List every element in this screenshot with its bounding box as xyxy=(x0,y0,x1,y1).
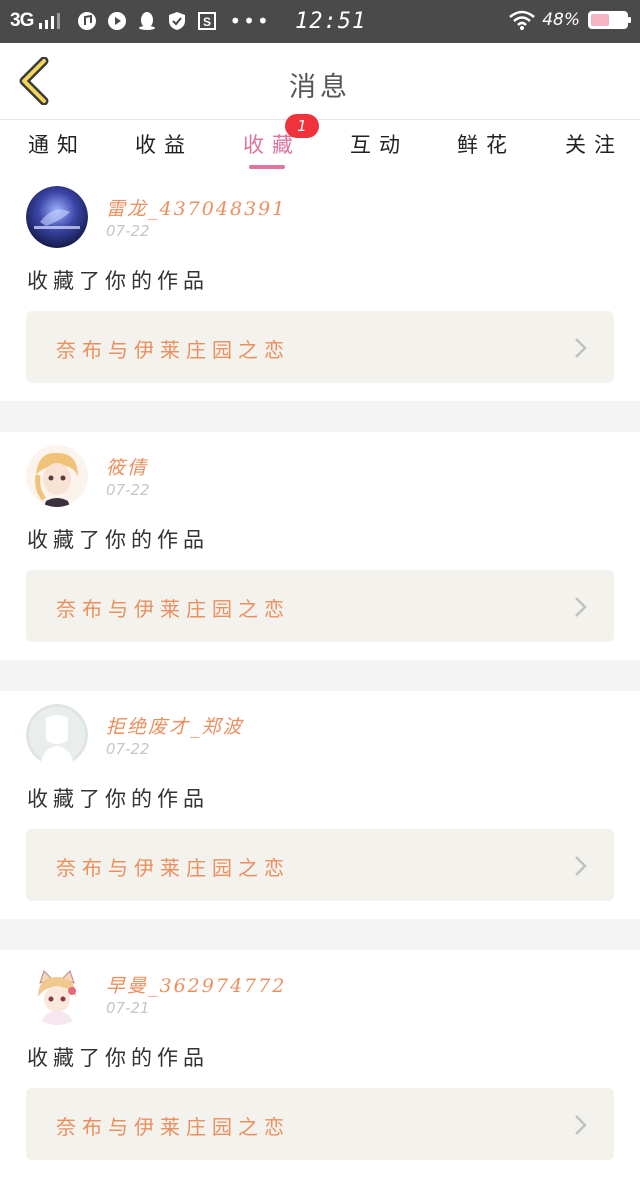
music-app-icon xyxy=(77,11,97,31)
tab-earnings[interactable]: 收益 xyxy=(135,129,193,159)
qq-icon xyxy=(137,11,157,31)
work-title: 奈布与伊莱庄园之恋 xyxy=(56,597,290,621)
message-card: 早曼_362974772 07-21 收藏了你的作品 奈布与伊莱庄园之恋 xyxy=(0,950,640,1178)
more-notifications-icon: ••• xyxy=(229,9,271,33)
username[interactable]: 筱倩 xyxy=(106,453,148,480)
work-title: 奈布与伊莱庄园之恋 xyxy=(56,1115,290,1139)
battery-percent: 48% xyxy=(542,10,580,30)
wifi-icon xyxy=(509,10,536,30)
work-link[interactable]: 奈布与伊莱庄园之恋 xyxy=(26,570,614,642)
avatar[interactable] xyxy=(26,704,88,766)
page-title: 消息 xyxy=(289,72,351,103)
username[interactable]: 拒绝废才_郑波 xyxy=(106,712,244,739)
tab-notifications[interactable]: 通知 xyxy=(28,129,86,159)
network-indicator: 3G xyxy=(10,10,34,31)
clock: 12:51 xyxy=(295,9,367,34)
message-card: 拒绝废才_郑波 07-22 收藏了你的作品 奈布与伊莱庄园之恋 xyxy=(0,691,640,919)
chevron-right-icon xyxy=(575,856,587,876)
chevron-right-icon xyxy=(575,338,587,358)
avatar[interactable] xyxy=(26,445,88,507)
battery-icon xyxy=(588,11,631,29)
message-date: 07-22 xyxy=(106,481,150,499)
work-title: 奈布与伊莱庄园之恋 xyxy=(56,856,290,880)
chevron-right-icon xyxy=(575,597,587,617)
header: 消息 xyxy=(0,43,640,120)
chevron-right-icon xyxy=(575,1115,587,1135)
active-tab-indicator xyxy=(249,165,285,169)
message-card: 雷龙_437048391 07-22 收藏了你的作品 奈布与伊莱庄园之恋 xyxy=(0,173,640,401)
message-text: 收藏了你的作品 xyxy=(27,787,209,811)
tab-interactions[interactable]: 互动 xyxy=(350,129,408,159)
work-link[interactable]: 奈布与伊莱庄园之恋 xyxy=(26,311,614,383)
work-link[interactable]: 奈布与伊莱庄园之恋 xyxy=(26,1088,614,1160)
avatar[interactable] xyxy=(26,963,88,1025)
work-title: 奈布与伊莱庄园之恋 xyxy=(56,338,290,362)
message-text: 收藏了你的作品 xyxy=(27,528,209,552)
s-app-icon: S xyxy=(197,11,217,31)
username[interactable]: 早曼_362974772 xyxy=(106,971,286,998)
separator xyxy=(0,660,640,691)
work-link[interactable]: 奈布与伊莱庄园之恋 xyxy=(26,829,614,901)
message-card: 筱倩 07-22 收藏了你的作品 奈布与伊莱庄园之恋 xyxy=(0,432,640,660)
username[interactable]: 雷龙_437048391 xyxy=(106,194,286,221)
avatar[interactable] xyxy=(26,186,88,248)
tab-flowers[interactable]: 鲜花 xyxy=(457,129,515,159)
tab-follows[interactable]: 关注 xyxy=(565,129,623,159)
tab-badge: 1 xyxy=(285,114,319,138)
video-app-icon xyxy=(107,11,127,31)
signal-icon xyxy=(39,13,61,29)
separator xyxy=(0,919,640,950)
message-text: 收藏了你的作品 xyxy=(27,269,209,293)
status-bar: 3G S ••• 12:51 48% xyxy=(0,0,640,43)
message-date: 07-22 xyxy=(106,222,150,240)
svg-text:S: S xyxy=(203,15,211,29)
tab-bar: 通知 收益 收藏 互动 鲜花 关注 xyxy=(0,121,640,173)
message-text: 收藏了你的作品 xyxy=(27,1046,209,1070)
separator xyxy=(0,401,640,432)
shield-icon xyxy=(167,11,187,31)
message-date: 07-22 xyxy=(106,740,150,758)
message-date: 07-21 xyxy=(106,999,150,1017)
status-right: 48% xyxy=(508,10,631,30)
message-list: 雷龙_437048391 07-22 收藏了你的作品 奈布与伊莱庄园之恋 筱倩 … xyxy=(0,173,640,1178)
status-left: 3G S ••• xyxy=(10,10,271,32)
